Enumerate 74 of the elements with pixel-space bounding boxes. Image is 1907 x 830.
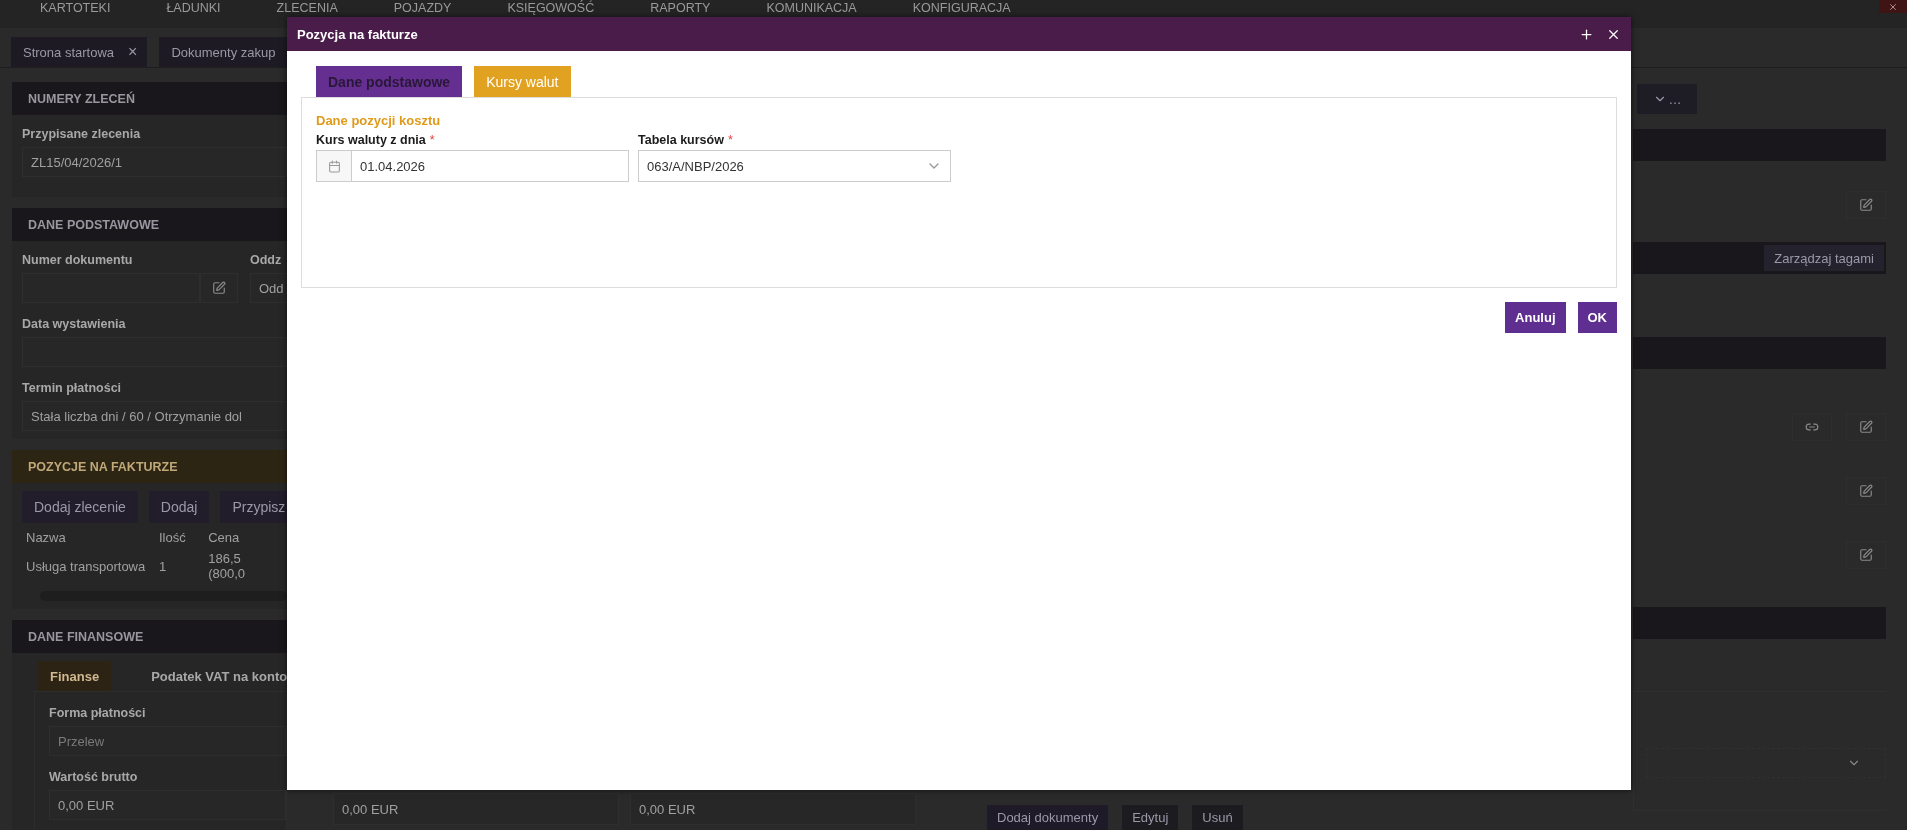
- text-field[interactable]: Stała liczba dni / 60 / Otrzymanie dol: [22, 401, 287, 431]
- field-label: Wartość brutto: [49, 769, 139, 786]
- column-header: Nazwa: [26, 529, 67, 545]
- field-label: Kurs waluty z dnia *: [316, 132, 436, 149]
- close-icon: [1888, 1, 1898, 12]
- action-button[interactable]: Edytuj: [1122, 805, 1179, 830]
- text-field[interactable]: ZL15/04/2026/1: [22, 147, 287, 177]
- table-cell-text: 1: [158, 558, 168, 574]
- field-label: Oddz: [250, 252, 283, 269]
- text-field[interactable]: 0,00 EUR: [49, 790, 286, 820]
- nav-item[interactable]: ZLECENIA: [276, 0, 338, 16]
- text-field[interactable]: 0,00 EUR: [333, 793, 619, 825]
- section-header: POZYCJE NA FAKTURZE: [12, 450, 287, 483]
- plus-icon[interactable]: [1579, 26, 1594, 42]
- field-label: Data wystawienia: [22, 316, 127, 333]
- action-button[interactable]: Dodaj: [148, 491, 210, 523]
- nav-item[interactable]: POJAZDY: [393, 0, 452, 16]
- page-tab[interactable]: Dokumenty zakup: [159, 37, 288, 67]
- cancel-button[interactable]: Anuluj: [1505, 302, 1566, 333]
- tab[interactable]: Podatek VAT na konto: [139, 661, 287, 691]
- select-field[interactable]: 063/A/NBP/2026: [638, 150, 951, 182]
- link-icon: [1805, 420, 1819, 434]
- tab-label: Dokumenty zakup: [171, 44, 276, 60]
- field-label: Forma płatności: [49, 705, 147, 722]
- calendar-icon[interactable]: [327, 159, 341, 173]
- section-header: DANE PODSTAWOWE: [12, 208, 287, 241]
- table-cell-text: Usługa transportowa: [26, 558, 147, 574]
- edit-button[interactable]: [1846, 477, 1886, 505]
- nav-item[interactable]: KOMUNIKACJA: [766, 0, 857, 16]
- field-label: Numer dokumentu: [22, 252, 134, 269]
- edit-button[interactable]: [1846, 541, 1886, 569]
- menu-button[interactable]: …: [1637, 84, 1697, 114]
- action-button[interactable]: Dodaj dokumenty: [987, 805, 1109, 830]
- nav-item[interactable]: KSIĘGOWOŚĆ: [507, 0, 595, 16]
- edit-button[interactable]: [200, 273, 238, 303]
- table-cell-text: 186,5 (800,0: [208, 551, 247, 581]
- edit-icon: [1859, 484, 1873, 498]
- nav-item[interactable]: KONFIGURACJA: [912, 0, 1011, 16]
- date-field[interactable]: 01.04.2026: [316, 150, 629, 182]
- dialog-title: Pozycja na fakturze: [297, 26, 419, 42]
- close-button[interactable]: [1879, 0, 1907, 13]
- link-button[interactable]: [1792, 413, 1832, 441]
- text-field[interactable]: [22, 337, 287, 367]
- column-header: Cena: [208, 529, 241, 545]
- select-field[interactable]: [1646, 748, 1886, 778]
- edit-button[interactable]: [1846, 413, 1886, 441]
- close-button[interactable]: ×: [128, 44, 138, 60]
- text-field[interactable]: Odd: [250, 273, 287, 303]
- nav-item[interactable]: ŁADUNKI: [166, 0, 221, 16]
- action-button[interactable]: Usuń: [1192, 805, 1243, 830]
- edit-icon: [1859, 420, 1873, 434]
- section-header: NUMERY ZLECEŃ: [12, 82, 287, 115]
- edit-button[interactable]: [1846, 191, 1886, 219]
- column-header: Ilość: [158, 529, 187, 545]
- section-title: Dane pozycji kosztu: [316, 112, 442, 129]
- nav-item[interactable]: KARTOTEKI: [40, 0, 111, 16]
- ok-button[interactable]: OK: [1577, 302, 1617, 333]
- section-header: DANE FINANSOWE: [12, 620, 287, 653]
- nav-item[interactable]: RAPORTY: [650, 0, 711, 16]
- field-label: Termin płatności: [22, 380, 123, 397]
- text-field[interactable]: 0,00 EUR: [630, 793, 916, 825]
- edit-icon: [212, 281, 226, 295]
- action-button[interactable]: Dodaj zlecenie: [22, 491, 138, 523]
- edit-icon: [1859, 198, 1873, 212]
- tags-button[interactable]: Zarządzaj tagami: [1764, 245, 1884, 271]
- action-button[interactable]: Przypisz: [220, 491, 287, 523]
- scrollbar[interactable]: [40, 591, 287, 601]
- text-field[interactable]: Przelew: [49, 726, 286, 756]
- field-label: Przypisane zlecenia: [22, 126, 142, 143]
- page-tab[interactable]: Strona startowa ×: [11, 37, 148, 67]
- tab[interactable]: Finanse: [38, 661, 112, 691]
- field-label: Tabela kursów *: [638, 132, 734, 149]
- tab-label: Strona startowa: [23, 44, 115, 60]
- edit-icon: [1859, 548, 1873, 562]
